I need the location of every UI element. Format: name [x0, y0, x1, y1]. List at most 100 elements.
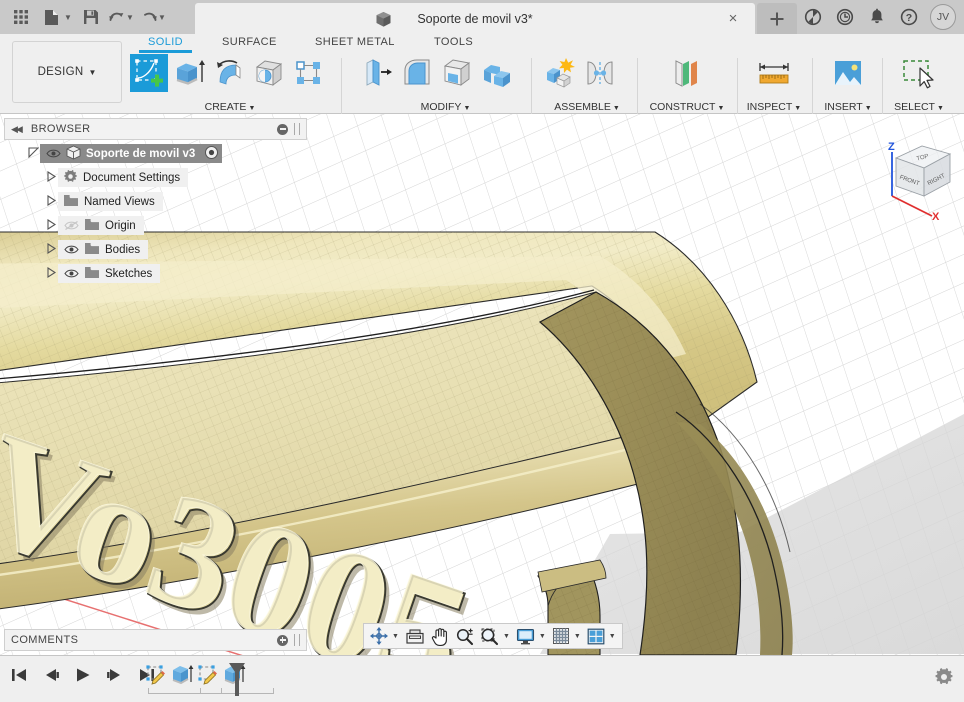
tree-item-document-settings[interactable]: Document Settings: [44, 168, 307, 187]
panel-create-label[interactable]: CREATE ▼: [130, 101, 330, 113]
add-comment-icon[interactable]: [277, 634, 288, 646]
save-icon[interactable]: [76, 2, 106, 32]
timeline-feature-extrude-1[interactable]: [169, 662, 195, 688]
visibility-eye-hidden-icon[interactable]: [63, 219, 79, 233]
fit-chevron-down-icon[interactable]: ▼: [502, 633, 513, 640]
file-menu-chevron-down-icon[interactable]: ▼: [64, 13, 76, 22]
panel-divider: [637, 58, 638, 120]
tree-item-root[interactable]: Soporte de movil v3: [26, 144, 307, 163]
new-tab-button[interactable]: [757, 3, 797, 34]
redo-chevron-down-icon[interactable]: ▼: [158, 13, 170, 22]
grid-snaps[interactable]: [549, 625, 573, 647]
tree-item-origin[interactable]: Origin: [44, 216, 307, 235]
panel-modify-label[interactable]: MODIFY ▼: [358, 101, 533, 113]
panel-divider: [341, 58, 342, 120]
help-icon[interactable]: ?: [894, 2, 924, 32]
expander-icon[interactable]: [26, 147, 40, 160]
undo-chevron-down-icon[interactable]: ▼: [126, 13, 138, 22]
view-cube[interactable]: Z X TOP FRONT RIGHT: [866, 124, 958, 223]
tab-tools[interactable]: TOOLS: [434, 36, 473, 48]
activate-component-radio[interactable]: [204, 145, 219, 163]
orbit-tool[interactable]: [367, 625, 391, 647]
panel-construct-label[interactable]: CONSTRUCT ▼: [641, 101, 733, 113]
timeline-playback-controls: [8, 664, 158, 686]
file-icon[interactable]: [36, 2, 66, 32]
expander-icon[interactable]: [44, 194, 58, 208]
avatar[interactable]: JV: [930, 4, 956, 30]
zoom-tool[interactable]: [452, 625, 477, 647]
expander-icon[interactable]: [44, 218, 58, 232]
browser-header[interactable]: ◀◀ BROWSER: [4, 118, 307, 140]
shell-tool[interactable]: [438, 54, 476, 92]
tree-item-label: Bodies: [105, 243, 141, 256]
titlebar-right-icons: ? JV: [798, 0, 960, 34]
pan-tool[interactable]: [428, 625, 452, 647]
panel-assemble-label[interactable]: ASSEMBLE ▼: [541, 101, 633, 113]
select-tool[interactable]: [900, 54, 938, 92]
revolve-tool[interactable]: [210, 54, 248, 92]
browser-panel: ◀◀ BROWSER Soporte de movil v3 Document …: [4, 118, 307, 288]
tree-item-named-views[interactable]: Named Views: [44, 192, 307, 211]
hole-tool[interactable]: [250, 54, 288, 92]
collapse-left-icon[interactable]: ◀◀: [11, 124, 23, 135]
timeline-feature-sketch-1[interactable]: [143, 662, 169, 688]
undo-icon[interactable]: [106, 2, 128, 32]
tab-solid[interactable]: SOLID: [138, 36, 193, 53]
go-to-beginning-button[interactable]: [8, 664, 30, 686]
tree-item-sketches[interactable]: Sketches: [44, 264, 307, 283]
create-sketch-tool[interactable]: [130, 54, 168, 92]
step-forward-button[interactable]: [104, 664, 126, 686]
viewport-layout[interactable]: [584, 625, 608, 647]
notification-bell-icon[interactable]: [862, 2, 892, 32]
comments-grip-handle[interactable]: [294, 634, 300, 646]
visibility-eye-icon[interactable]: [63, 267, 79, 281]
recent-icon[interactable]: [830, 2, 860, 32]
comments-panel[interactable]: COMMENTS: [4, 629, 307, 651]
display-chevron-down-icon[interactable]: ▼: [538, 633, 549, 640]
step-back-button[interactable]: [40, 664, 62, 686]
play-button[interactable]: [72, 664, 94, 686]
document-tab[interactable]: Soporte de movil v3* ×: [195, 3, 755, 34]
timeline-playhead[interactable]: [228, 662, 246, 702]
browser-grip-handle[interactable]: [294, 123, 300, 135]
folder-icon: [84, 218, 100, 234]
display-settings[interactable]: [513, 625, 538, 647]
press-pull-tool[interactable]: [358, 54, 396, 92]
tree-item-bodies[interactable]: Bodies: [44, 240, 307, 259]
combine-tool[interactable]: [478, 54, 516, 92]
measure-tool[interactable]: [755, 54, 793, 92]
panel-create: CREATE ▼: [130, 54, 330, 113]
fit-tool[interactable]: [477, 625, 502, 647]
job-status-icon[interactable]: [798, 2, 828, 32]
close-icon[interactable]: ×: [725, 11, 741, 27]
panel-insert-label[interactable]: INSERT ▼: [818, 101, 878, 113]
document-tab-title: Soporte de movil v3*: [417, 11, 533, 26]
grid-chevron-down-icon[interactable]: ▼: [573, 633, 584, 640]
expander-icon[interactable]: [44, 266, 58, 280]
viewport-chevron-down-icon[interactable]: ▼: [608, 633, 619, 640]
redo-icon[interactable]: [138, 2, 160, 32]
joint-tool[interactable]: [581, 54, 619, 92]
timeline-settings-gear-icon[interactable]: [934, 667, 954, 692]
tab-surface[interactable]: SURFACE: [222, 36, 277, 48]
timeline-feature-sketch-2[interactable]: [195, 662, 221, 688]
new-component-tool[interactable]: [541, 54, 579, 92]
tab-sheet-metal[interactable]: SHEET METAL: [315, 36, 395, 48]
expander-icon[interactable]: [44, 242, 58, 256]
fillet-tool[interactable]: [398, 54, 436, 92]
insert-image-tool[interactable]: [829, 54, 867, 92]
visibility-eye-icon[interactable]: [45, 147, 61, 161]
extrude-tool[interactable]: [170, 54, 208, 92]
look-at-tool[interactable]: [402, 625, 428, 647]
viewport-canvas[interactable]: Vo3005 Vo3005 Vo3005 ◀◀ BROWSER Soporte …: [0, 114, 964, 655]
visibility-eye-icon[interactable]: [63, 243, 79, 257]
browser-minimize-icon[interactable]: [277, 123, 288, 135]
offset-plane-tool[interactable]: [668, 54, 706, 92]
panel-select-label[interactable]: SELECT ▼: [886, 101, 952, 113]
panel-inspect-label[interactable]: INSPECT ▼: [741, 101, 807, 113]
tree-item-label: Origin: [105, 219, 136, 232]
expander-icon[interactable]: [44, 170, 58, 184]
app-grid-icon[interactable]: [6, 2, 36, 32]
orbit-chevron-down-icon[interactable]: ▼: [391, 633, 402, 640]
pattern-tool[interactable]: [290, 54, 328, 92]
